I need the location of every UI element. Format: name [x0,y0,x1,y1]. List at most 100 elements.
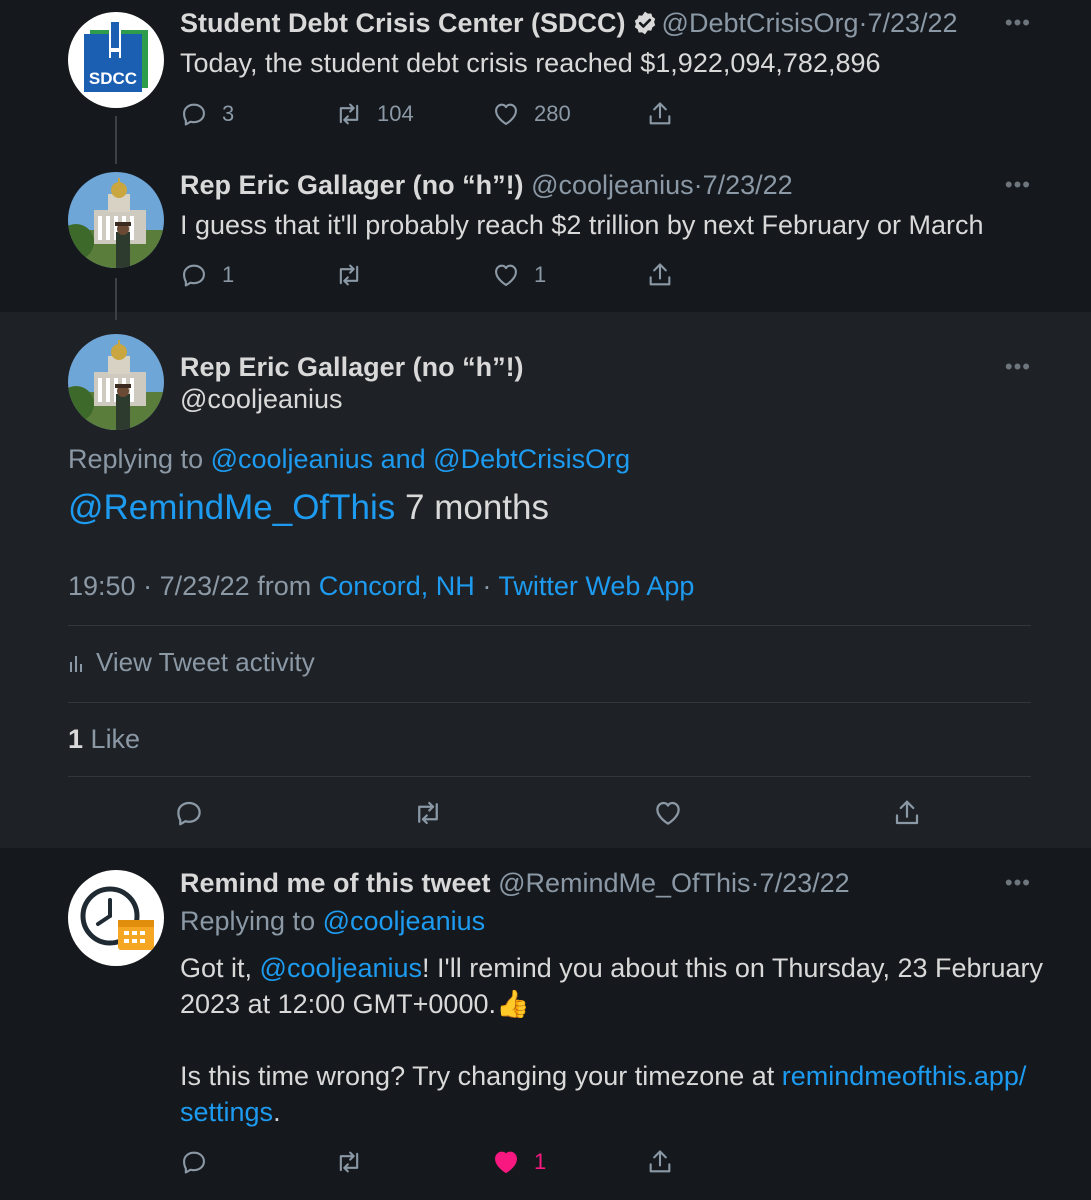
activity-chart-icon [70,655,82,672]
retweet-button[interactable] [335,1148,363,1176]
mention-link[interactable]: @RemindMe_OfThis [68,488,395,527]
separator: · [750,868,760,898]
reply-tweet-text: Got it, @cooljeanius! I'll remind you ab… [180,950,1044,1130]
divider [68,776,1031,777]
share-icon [895,800,919,825]
tweet-header: Student Debt Crisis Center (SDCC) @DebtCr… [180,8,958,39]
author-name[interactable]: Student Debt Crisis Center (SDCC) [180,8,626,38]
retweet-button[interactable] [335,261,377,289]
gallager-avatar[interactable] [68,172,164,268]
share-button[interactable] [892,798,922,828]
author-handle[interactable]: @cooljeanius [180,384,343,415]
share-button[interactable] [646,100,674,128]
reply-button[interactable]: 1 [180,261,234,289]
settings-link[interactable]: settings [180,1097,273,1127]
tweet-gallager-reply[interactable]: Rep Eric Gallager (no “h”!) @cooljeanius… [0,150,1091,328]
text-segment: . [273,1097,281,1127]
author-name[interactable]: Rep Eric Gallager (no “h”!) [180,170,524,200]
likes-count: 1 [68,724,84,754]
capitol-photo [68,334,164,430]
text-segment: 2023 at 12:00 GMT+0000. [180,989,496,1019]
retweet-button[interactable] [413,798,443,828]
sdcc-logo-icon: SDCC [84,20,148,92]
text-segment: ! I'll remind you about this on Thursday… [422,953,1044,983]
retweet-icon [339,1151,359,1173]
thread-line [115,300,117,320]
like-button[interactable]: 280 [492,100,571,128]
more-options-icon[interactable]: ••• [1005,872,1031,894]
likes-summary[interactable]: 1 Like [68,724,140,755]
replying-to-line: Replying to @cooljeanius [180,906,485,937]
share-button[interactable] [646,1148,674,1176]
reply-button[interactable] [174,798,204,828]
share-button[interactable] [646,261,674,289]
retweet-icon [339,264,359,286]
more-options-icon[interactable]: ••• [1005,174,1031,196]
sdcc-logo-text: SDCC [89,69,137,88]
like-count: 1 [534,1149,547,1174]
replying-to-mentions[interactable]: @cooljeanius and @DebtCrisisOrg [211,444,631,474]
from-label: from [257,571,312,601]
mention-link[interactable]: @cooljeanius [260,953,423,983]
focused-tweet-actions [68,798,968,828]
tweet-date[interactable]: 7/23/22 [867,8,957,38]
tweet-date[interactable]: 7/23/22 [160,571,250,601]
separator: · [143,571,153,601]
retweet-icon [339,103,359,125]
location-link[interactable]: Concord, NH [319,571,475,601]
author-handle[interactable]: @cooljeanius [531,170,694,200]
tweet-time[interactable]: 19:50 [68,571,136,601]
share-icon [649,102,671,125]
view-tweet-activity-button[interactable]: View Tweet activity [68,647,315,678]
replying-to-line: Replying to @cooljeanius and @DebtCrisis… [68,444,630,475]
tweet-date[interactable]: 7/23/22 [760,868,850,898]
more-options-icon[interactable]: ••• [1005,12,1031,34]
heart-filled-icon [495,1151,517,1173]
more-options-icon[interactable]: ••• [1005,356,1031,378]
reply-icon [183,103,205,126]
tweet-text: I guess that it'll probably reach $2 tri… [180,210,984,240]
tweet-remindme-reply[interactable]: Remind me of this tweet @RemindMe_OfThis… [0,848,1091,1200]
source-app-link[interactable]: Twitter Web App [498,571,694,601]
author-handle[interactable]: @RemindMe_OfThis [498,868,750,898]
reply-icon [183,264,205,287]
sdcc-avatar[interactable]: SDCC [68,12,164,108]
author-handle[interactable]: @DebtCrisisOrg [662,8,859,38]
focused-tweet: Rep Eric Gallager (no “h”!) @cooljeanius… [0,300,1091,848]
like-button[interactable]: 1 [492,261,546,289]
likes-label: Like [90,724,141,754]
reply-count: 3 [222,101,235,126]
separator: · [693,170,703,200]
replying-to-prefix: Replying to [180,906,316,936]
tweet-sdcc[interactable]: SDCC Student Debt Crisis Center (SDCC) @D… [0,0,1091,164]
like-button[interactable] [653,798,683,828]
capitol-photo [68,172,164,268]
text-segment: Is this time wrong? Try changing your ti… [180,1061,782,1091]
like-count: 280 [534,101,571,126]
replying-to-prefix: Replying to [68,444,204,474]
retweet-icon [418,801,438,825]
divider [68,625,1031,626]
settings-link[interactable]: remindmeofthis.app/ [782,1061,1027,1091]
view-tweet-activity-label: View Tweet activity [96,647,315,677]
retweet-button[interactable]: 104 [335,100,414,128]
tweet-text: Today, the student debt crisis reached $… [180,48,881,78]
reply-icon [183,1151,205,1174]
like-button[interactable]: 1 [492,1148,546,1176]
reply-button[interactable] [180,1148,208,1176]
divider [68,702,1031,703]
replying-to-mention[interactable]: @cooljeanius [323,906,486,936]
remindme-avatar[interactable] [68,870,164,966]
separator: · [482,571,492,601]
main-tweet-text: @RemindMe_OfThis 7 months [68,488,549,528]
heart-icon [495,103,517,125]
text-segment: Got it, [180,953,260,983]
tweet-header: Rep Eric Gallager (no “h”!) @cooljeanius… [180,170,793,201]
tweet-header: Remind me of this tweet @RemindMe_OfThis… [180,868,850,899]
gallager-avatar[interactable] [68,334,164,430]
reply-button[interactable]: 3 [180,100,234,128]
tweet-date[interactable]: 7/23/22 [703,170,793,200]
author-name[interactable]: Rep Eric Gallager (no “h”!) [180,352,524,383]
author-name[interactable]: Remind me of this tweet [180,868,491,898]
reply-count: 1 [222,262,235,287]
